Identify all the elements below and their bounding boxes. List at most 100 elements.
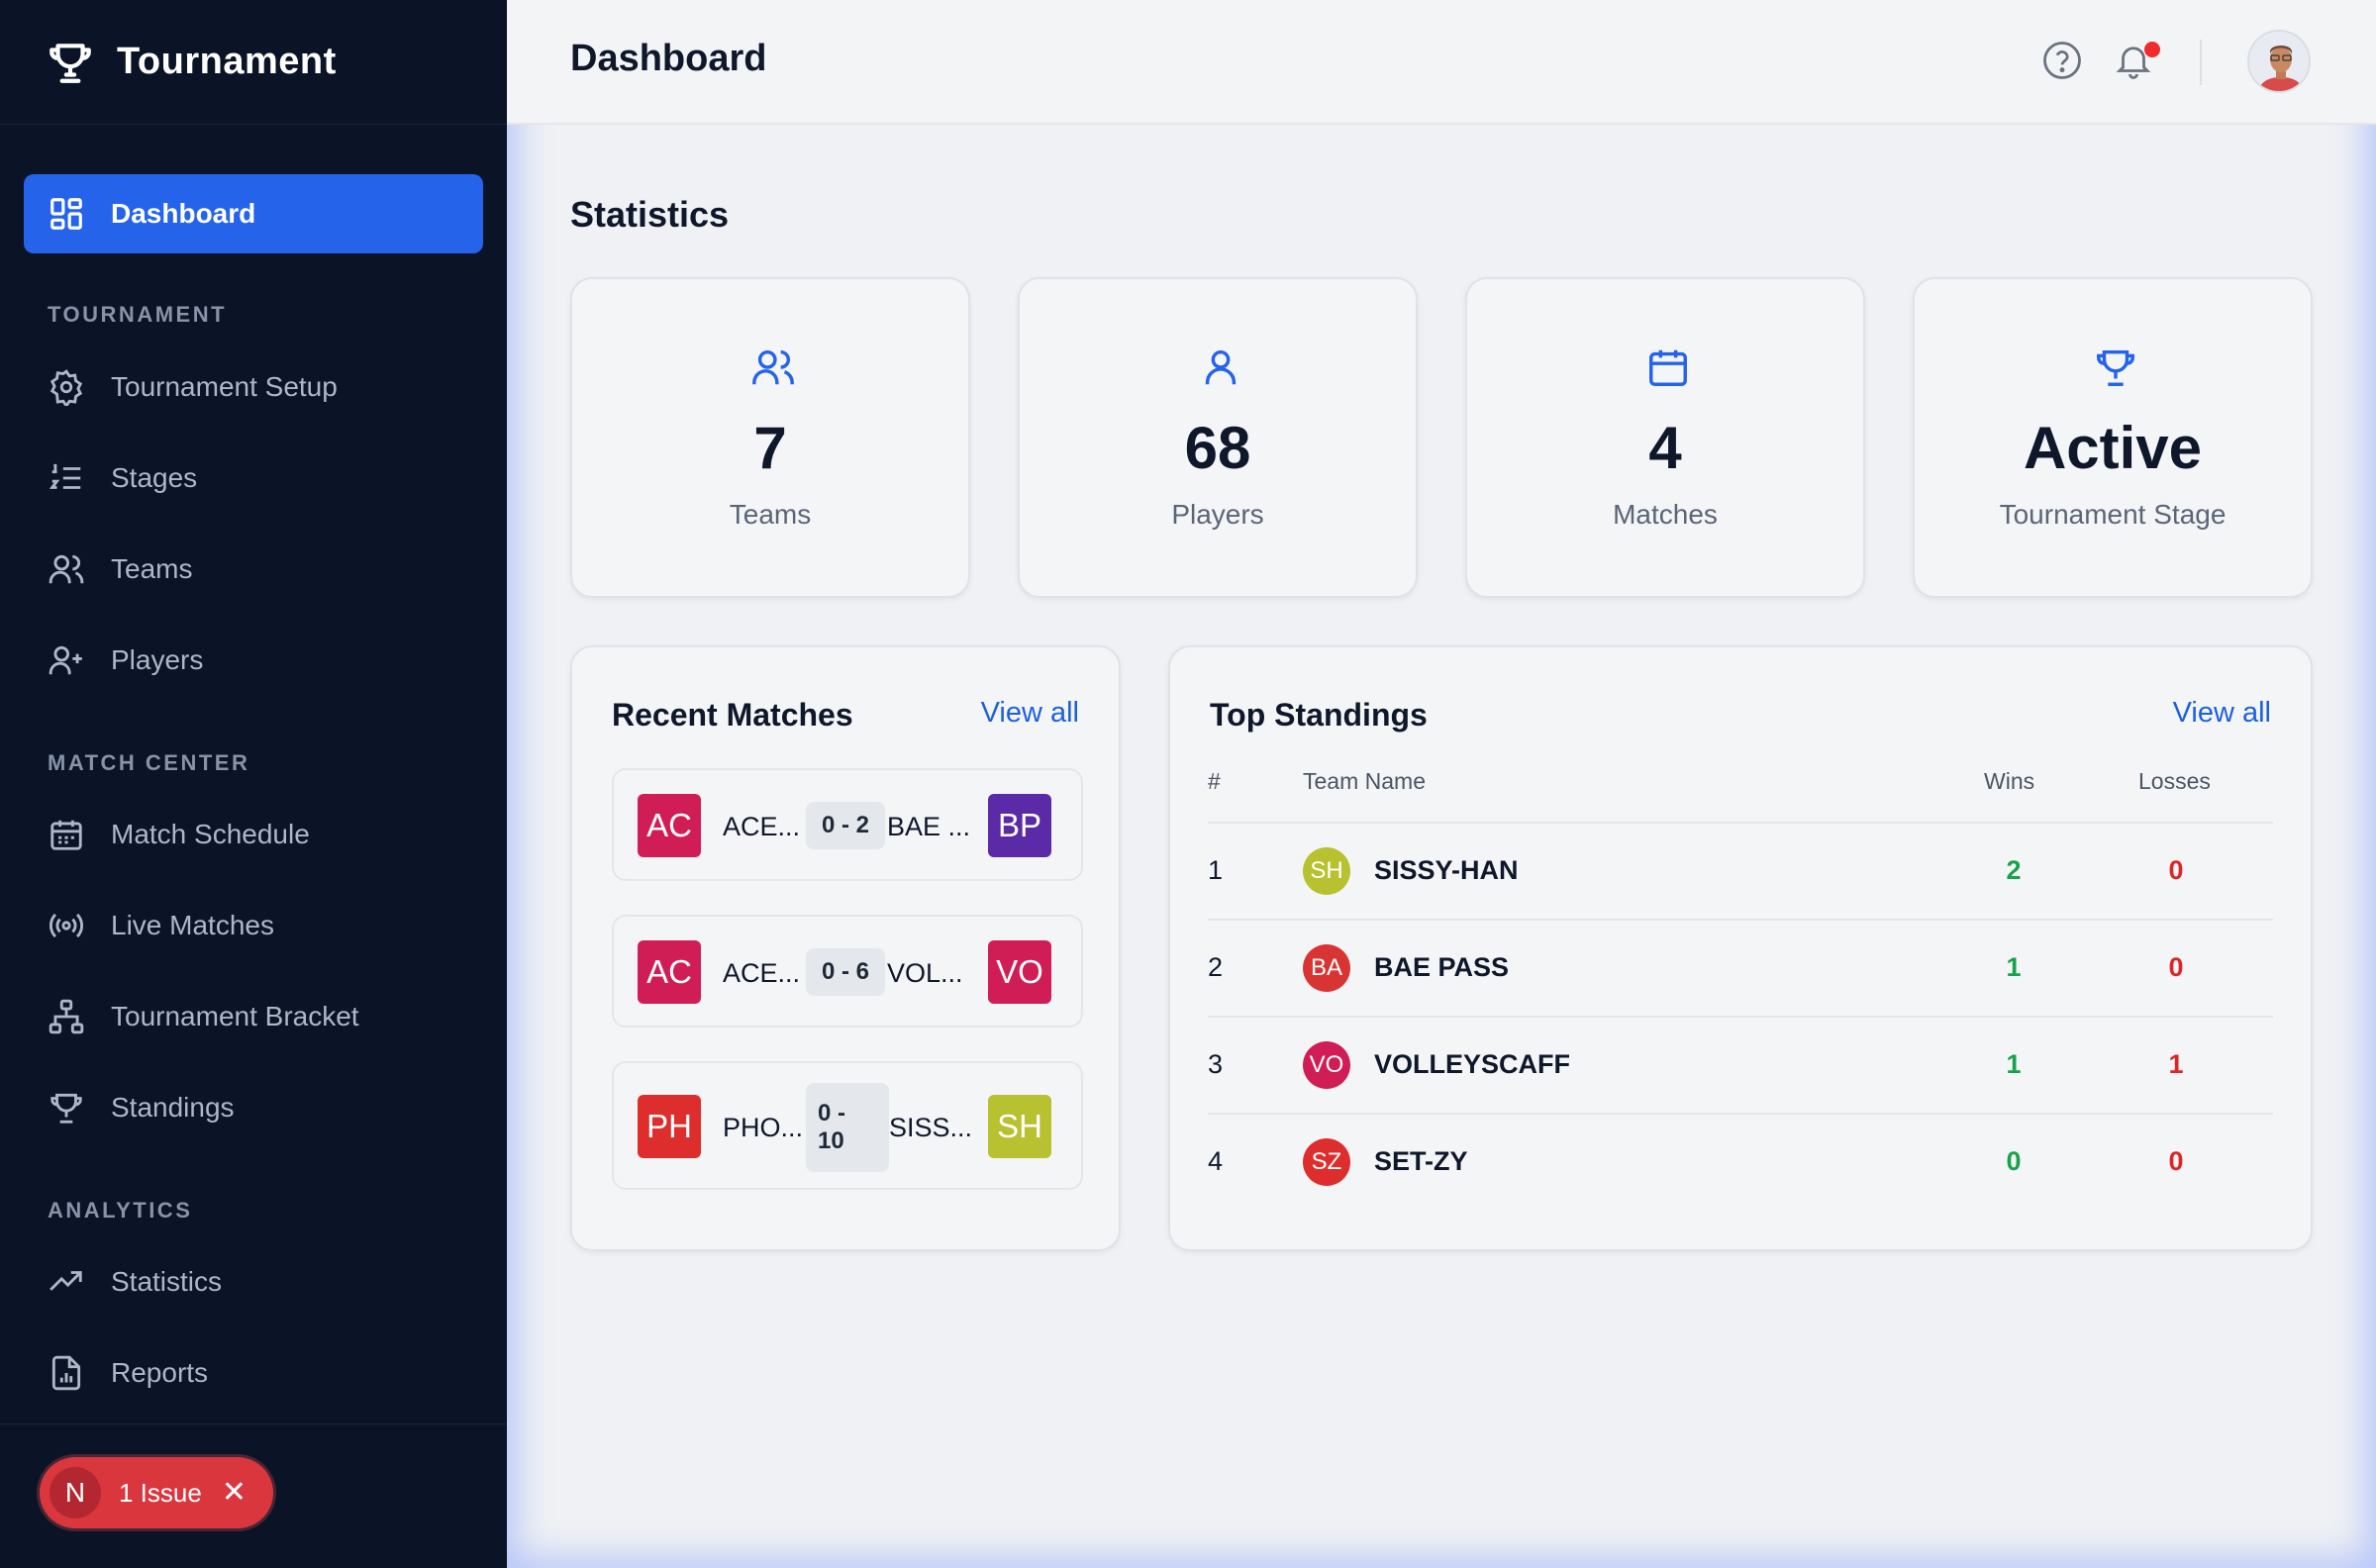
team-badge-away: SH <box>988 1095 1051 1158</box>
calendar-icon <box>1649 349 1687 386</box>
sidebar-item-teams[interactable]: Teams <box>24 535 483 604</box>
team-avatar: VO <box>1303 1041 1350 1089</box>
brand[interactable]: Tournament <box>0 0 507 125</box>
app-title: Tournament <box>117 41 337 82</box>
team-avatar: BA <box>1303 944 1350 992</box>
sidebar-item-dashboard[interactable]: Dashboard <box>24 174 483 253</box>
sidebar-item-reports[interactable]: Reports <box>24 1338 483 1408</box>
sidebar-item-label: Tournament Setup <box>111 371 338 402</box>
sidebar-item-statistics[interactable]: Statistics <box>24 1247 483 1317</box>
team-badge-home: AC <box>638 940 701 1004</box>
match-row[interactable]: AC ACE... 0 - 6 VOL... VO <box>612 915 1083 1028</box>
match-row[interactable]: PH PHO... 0 - 10 SISS... SH <box>612 1061 1083 1190</box>
trophy-icon <box>2097 349 2134 386</box>
sidebar-item-label: Players <box>111 644 204 675</box>
statistics-heading: Statistics <box>570 194 730 235</box>
row-rank: 4 <box>1208 1146 1224 1176</box>
column-header-rank: # <box>1208 768 1221 794</box>
issue-indicator[interactable]: N 1 Issue ✕ <box>40 1457 273 1528</box>
user-avatar-icon <box>2249 32 2309 91</box>
stat-label: Tournament Stage <box>1999 499 2227 530</box>
sidebar-item-tournament-setup[interactable]: Tournament Setup <box>24 352 483 422</box>
team-badge-away: BP <box>988 794 1051 857</box>
sidebar-item-standings[interactable]: Standings <box>24 1073 483 1142</box>
sidebar-item-label: Standings <box>111 1092 235 1123</box>
section-title-tournament: TOURNAMENT <box>48 302 228 327</box>
recent-matches-view-all-link[interactable]: View all <box>981 697 1079 730</box>
issue-badge: N <box>50 1467 101 1519</box>
team-wins: 1 <box>2006 952 2022 982</box>
team-losses: 0 <box>2168 855 2184 885</box>
row-rank: 2 <box>1208 952 1224 982</box>
stat-value: 7 <box>753 415 787 481</box>
table-divider <box>1208 822 2273 824</box>
stat-value: 68 <box>1184 415 1251 481</box>
team-name: SISSY-HAN <box>1374 855 1519 885</box>
stat-card-teams: 7 Teams <box>570 277 970 598</box>
home-team-name: ACE... <box>723 958 801 988</box>
match-score: 0 - 2 <box>806 802 885 849</box>
team-wins: 1 <box>2006 1049 2022 1079</box>
user-plus-icon <box>49 645 82 675</box>
section-title-match-center: MATCH CENTER <box>48 750 250 775</box>
stat-value: Active <box>2023 415 2203 481</box>
calendar-icon <box>50 820 82 850</box>
row-rank: 1 <box>1208 855 1224 885</box>
stat-card-tournament-stage: Active Tournament Stage <box>1913 277 2313 598</box>
team-losses: 1 <box>2168 1049 2184 1079</box>
stat-label: Teams <box>729 499 812 530</box>
trophy-icon <box>50 43 91 83</box>
sidebar-item-label: Statistics <box>111 1266 223 1297</box>
stat-label: Matches <box>1613 499 1718 530</box>
sidebar-item-label: Match Schedule <box>111 819 310 849</box>
sidebar-item-match-schedule[interactable]: Match Schedule <box>24 800 483 869</box>
match-score: 0 - 10 <box>806 1083 889 1172</box>
sidebar-item-tournament-bracket[interactable]: Tournament Bracket <box>24 982 483 1051</box>
sidebar-item-label: Stages <box>111 462 198 493</box>
trophy-icon <box>50 1093 82 1124</box>
row-divider <box>1208 919 2273 921</box>
user-icon <box>1205 349 1237 385</box>
page-title: Dashboard <box>570 38 767 79</box>
home-team-name: PHO... <box>723 1113 804 1142</box>
help-icon[interactable] <box>2041 40 2083 81</box>
topbar: Dashboard <box>507 0 2376 125</box>
team-avatar: SZ <box>1303 1138 1350 1186</box>
sidebar-item-label: Reports <box>111 1357 209 1388</box>
row-divider <box>1208 1016 2273 1018</box>
sidebar-item-live-matches[interactable]: Live Matches <box>24 891 483 960</box>
stat-value: 4 <box>1648 415 1682 481</box>
column-header-wins: Wins <box>1984 768 2035 794</box>
team-losses: 0 <box>2168 952 2184 982</box>
away-team-name: VOL... <box>887 958 963 988</box>
team-badge-home: AC <box>638 794 701 857</box>
recent-matches-panel: Recent Matches View all AC ACE... 0 - 2 … <box>570 645 1121 1251</box>
team-name: BAE PASS <box>1374 952 1510 982</box>
match-score-line: 10 <box>818 1127 844 1154</box>
row-rank: 3 <box>1208 1049 1224 1079</box>
gear-icon <box>50 369 83 406</box>
column-header-losses: Losses <box>2138 768 2211 794</box>
broadcast-icon <box>49 913 84 938</box>
stat-card-matches: 4 Matches <box>1465 277 1865 598</box>
numbered-list-icon <box>49 463 81 489</box>
top-standings-title: Top Standings <box>1210 697 1428 733</box>
topbar-divider <box>2200 40 2202 85</box>
avatar[interactable] <box>2247 30 2311 93</box>
sidebar-item-players[interactable]: Players <box>24 626 483 695</box>
sidebar-item-stages[interactable]: Stages <box>24 443 483 513</box>
away-team-name: BAE ... <box>887 812 971 841</box>
users-icon <box>752 349 794 385</box>
match-row[interactable]: AC ACE... 0 - 2 BAE ... BP <box>612 768 1083 881</box>
sidebar-divider <box>0 1423 507 1424</box>
standings-view-all-link[interactable]: View all <box>2173 697 2271 730</box>
match-score-line: 0 - <box>818 1100 846 1127</box>
team-avatar: SH <box>1303 847 1350 895</box>
away-team-name: SISS... <box>889 1113 973 1142</box>
sidebar: Tournament Dashboard TOURNAMENT Tourname… <box>0 0 507 1568</box>
close-icon[interactable]: ✕ <box>222 1478 247 1508</box>
team-badge-home: PH <box>638 1095 701 1158</box>
report-file-icon <box>51 1355 81 1391</box>
match-score: 0 - 6 <box>806 948 885 996</box>
notification-dot <box>2144 42 2160 57</box>
